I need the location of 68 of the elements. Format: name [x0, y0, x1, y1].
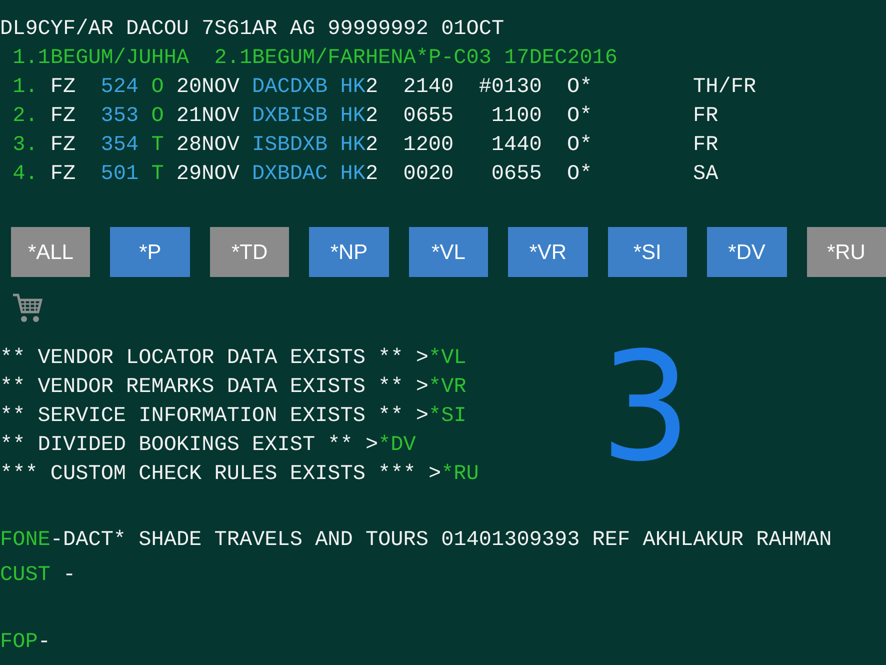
booking-class: O	[151, 76, 164, 99]
status-flag-text: O*	[567, 134, 592, 157]
notice-text: ** SERVICE INFORMATION EXISTS ** >	[0, 405, 428, 428]
segment-status: HK2	[340, 105, 378, 128]
travel-date: 28NOV	[176, 134, 240, 157]
route-code: DXBISB	[252, 105, 328, 128]
command-button[interactable]: *DV	[707, 227, 786, 277]
flight-number: 501	[100, 163, 139, 186]
command-button[interactable]: *VL	[408, 227, 488, 277]
operating-days: FR	[693, 105, 718, 128]
booking-class: O	[151, 105, 164, 128]
segment-number: 4.	[12, 163, 38, 186]
notice-text: ** DIVIDED BOOKINGS EXIST ** >	[0, 434, 378, 457]
handwritten-number: 3	[600, 333, 692, 483]
route-code: DACDXB	[252, 76, 328, 99]
airline-code: FZ	[50, 105, 76, 128]
command-button[interactable]: *P	[110, 227, 190, 277]
departure-time: 0020	[403, 163, 454, 186]
command-link[interactable]: *VR	[428, 376, 466, 399]
operating-days: TH/FR	[693, 76, 756, 99]
flight-number: 353	[100, 105, 139, 128]
travel-date: 21NOV	[176, 105, 240, 128]
status-flag-text: O*	[567, 76, 592, 99]
flight-number: 354	[100, 134, 139, 157]
airline-code: FZ	[50, 134, 76, 157]
segment-number: 1.	[12, 76, 38, 99]
flight-number: 524	[100, 76, 139, 99]
notice-text: ** VENDOR LOCATOR DATA EXISTS ** >	[0, 347, 428, 370]
command-button[interactable]: *VR	[508, 227, 588, 277]
segment-number: 3.	[12, 134, 38, 157]
record-locator-line: DL9CYF/AR DACOU 7S61AR AG 99999992 01OCT	[0, 18, 504, 41]
arrival-time: #0130	[478, 76, 542, 99]
cart-icon[interactable]	[12, 292, 44, 324]
passenger-name: 2.1BEGUM/FARHENA*P-C03 17DEC2016	[214, 47, 618, 70]
notice-text: ** VENDOR REMARKS DATA EXISTS ** >	[0, 376, 428, 399]
airline-code: FZ	[50, 163, 76, 186]
travel-date: 20NOV	[176, 76, 240, 99]
segment-status: HK2	[340, 163, 378, 186]
command-button[interactable]: *SI	[608, 227, 688, 277]
remark-field-line: FOP-	[0, 631, 50, 654]
remark-field-line: CUST -	[0, 564, 76, 587]
operating-days: SA	[693, 163, 718, 186]
operating-days: FR	[693, 134, 718, 157]
arrival-time: 1440	[491, 134, 542, 157]
departure-time: 2140	[403, 76, 454, 99]
command-button[interactable]: *NP	[309, 227, 389, 277]
status-flag-text: O*	[567, 105, 592, 128]
command-link[interactable]: *RU	[441, 463, 479, 486]
route-code: DXBDAC	[252, 163, 328, 186]
airline-code: FZ	[50, 76, 76, 99]
passenger-name: 1.1BEGUM/JUHHA	[12, 47, 190, 70]
command-link[interactable]: *VL	[428, 347, 466, 370]
segment-status: HK2	[340, 134, 378, 157]
segment-number: 2.	[12, 105, 38, 128]
travel-date: 29NOV	[176, 163, 240, 186]
command-link[interactable]: *SI	[428, 405, 466, 428]
departure-time: 0655	[403, 105, 454, 128]
notice-text: *** CUSTOM CHECK RULES EXISTS *** >	[0, 463, 442, 486]
segment-status: HK2	[340, 76, 378, 99]
remark-field-line: FONE-DACT* SHADE TRAVELS AND TOURS 01401309393 REF AKHLAKUR RAHMAN	[0, 529, 832, 552]
command-link[interactable]: *DV	[378, 434, 416, 457]
booking-class: T	[151, 134, 164, 157]
booking-class: T	[151, 163, 164, 186]
departure-time: 1200	[403, 134, 454, 157]
route-code: ISBDXB	[252, 134, 328, 157]
arrival-time: 1100	[491, 105, 542, 128]
arrival-time: 0655	[491, 163, 542, 186]
status-flag-text: O*	[567, 163, 592, 186]
